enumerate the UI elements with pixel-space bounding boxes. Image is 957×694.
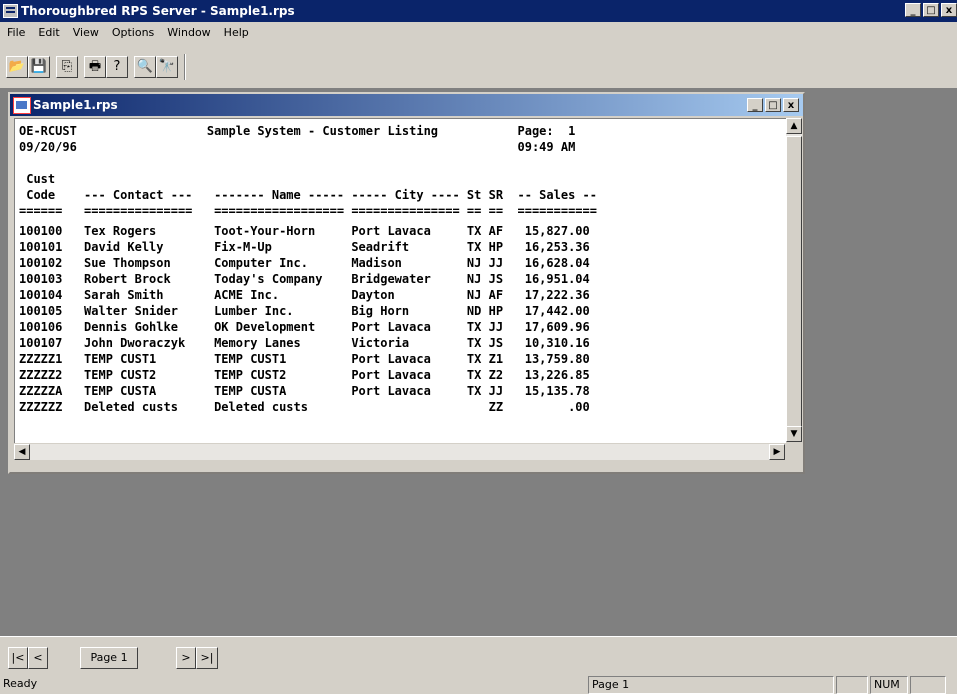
report-row: ZZZZZZ Deleted custs Deleted custs ZZ .0… (19, 400, 590, 414)
status-num: NUM (870, 676, 908, 694)
print-icon[interactable]: 🖶 (84, 56, 106, 78)
copy-icon[interactable]: ⎘ (56, 56, 78, 78)
report-column-header-1: Cust (19, 172, 56, 186)
close-button[interactable]: x (941, 3, 957, 17)
scroll-left-arrow-icon[interactable]: ◀ (14, 444, 30, 460)
menu-file[interactable]: File (0, 24, 31, 42)
document-window: Sample1.rps _ □ x OE-RCUST Sample System… (8, 92, 805, 474)
report-row: 100100 Tex Rogers Toot-Your-Horn Port La… (19, 224, 590, 238)
app-title: Thoroughbred RPS Server - Sample1.rps (21, 4, 295, 18)
scroll-up-arrow-icon[interactable]: ▲ (786, 118, 802, 134)
report-column-header-2: Code --- Contact --- ------- Name ----- … (19, 188, 597, 202)
document-title: Sample1.rps (33, 98, 118, 112)
menu-bar: File Edit View Options Window Help (0, 24, 255, 42)
document-icon[interactable] (13, 97, 31, 114)
next-page-button[interactable]: > (176, 647, 196, 669)
app-title-bar[interactable]: Thoroughbred RPS Server - Sample1.rps _ … (0, 0, 957, 22)
document-minimize-button[interactable]: _ (747, 98, 763, 112)
resize-grip-icon[interactable] (786, 444, 802, 460)
page-indicator: Page 1 (80, 647, 138, 669)
toolbar: 📂 💾 ⎘ 🖶 ? 🔍 🔭 (6, 50, 190, 84)
app-icon[interactable] (3, 4, 18, 18)
scroll-right-arrow-icon[interactable]: ▶ (769, 444, 785, 460)
menu-view[interactable]: View (66, 24, 105, 42)
toolbar-print-group: 🖶 ? (84, 56, 128, 78)
status-message: Ready (3, 677, 38, 690)
horizontal-scrollbar[interactable]: ◀ ▶ (14, 444, 785, 460)
prev-page-button[interactable]: < (28, 647, 48, 669)
report-row: 100104 Sarah Smith ACME Inc. Dayton NJ A… (19, 288, 590, 302)
help-icon[interactable]: ? (106, 56, 128, 78)
toolbar-separator (184, 54, 186, 80)
scroll-down-arrow-icon[interactable]: ▼ (786, 426, 802, 442)
report-view[interactable]: OE-RCUST Sample System - Customer Listin… (14, 118, 786, 443)
vertical-scroll-thumb[interactable] (786, 136, 802, 432)
find-binoculars-icon[interactable]: 🔭 (156, 56, 178, 78)
toolbar-search-group: 🔍 🔭 (134, 56, 178, 78)
save-disk-icon[interactable]: 💾 (28, 56, 50, 78)
report-row: ZZZZZA TEMP CUSTA TEMP CUSTA Port Lavaca… (19, 384, 590, 398)
report-row: 100103 Robert Brock Today's Company Brid… (19, 272, 590, 286)
report-row: ZZZZZ2 TEMP CUST2 TEMP CUST2 Port Lavaca… (19, 368, 590, 382)
page-navigation-bar: |< < Page 1 > >| (0, 636, 957, 675)
maximize-button[interactable]: □ (923, 3, 939, 17)
document-window-controls: _ □ x (747, 98, 799, 112)
report-row: 100102 Sue Thompson Computer Inc. Madiso… (19, 256, 590, 270)
vertical-scrollbar[interactable]: ▲ ▼ (786, 118, 802, 442)
report-column-rule: ====== =============== =================… (19, 204, 597, 218)
toolbar-file-group: 📂 💾 (6, 56, 50, 78)
document-title-bar[interactable]: Sample1.rps _ □ x (10, 94, 803, 116)
report-header-line: OE-RCUST Sample System - Customer Listin… (19, 124, 576, 138)
first-page-button[interactable]: |< (8, 647, 28, 669)
report-row: 100107 John Dworaczyk Memory Lanes Victo… (19, 336, 590, 350)
report-row: 100105 Walter Snider Lumber Inc. Big Hor… (19, 304, 590, 318)
minimize-button[interactable]: _ (905, 3, 921, 17)
menu-help[interactable]: Help (217, 24, 255, 42)
last-page-button[interactable]: >| (196, 647, 218, 669)
zoom-icon[interactable]: 🔍 (134, 56, 156, 78)
status-page: Page 1 (588, 676, 834, 694)
menu-window[interactable]: Window (160, 24, 216, 42)
document-close-button[interactable]: x (783, 98, 799, 112)
menu-edit[interactable]: Edit (31, 24, 65, 42)
toolbar-edit-group: ⎘ (56, 56, 78, 78)
status-caps (836, 676, 868, 694)
status-scroll (910, 676, 946, 694)
document-maximize-button[interactable]: □ (765, 98, 781, 112)
report-row: 100106 Dennis Gohlke OK Development Port… (19, 320, 590, 334)
status-bar: Ready Page 1 NUM (0, 674, 957, 694)
menu-options[interactable]: Options (105, 24, 160, 42)
open-folder-icon[interactable]: 📂 (6, 56, 28, 78)
report-row: 100101 David Kelly Fix-M-Up Seadrift TX … (19, 240, 590, 254)
report-row: ZZZZZ1 TEMP CUST1 TEMP CUST1 Port Lavaca… (19, 352, 590, 366)
report-date-line: 09/20/96 09:49 AM (19, 140, 576, 154)
window-controls: _ □ x (905, 3, 957, 17)
